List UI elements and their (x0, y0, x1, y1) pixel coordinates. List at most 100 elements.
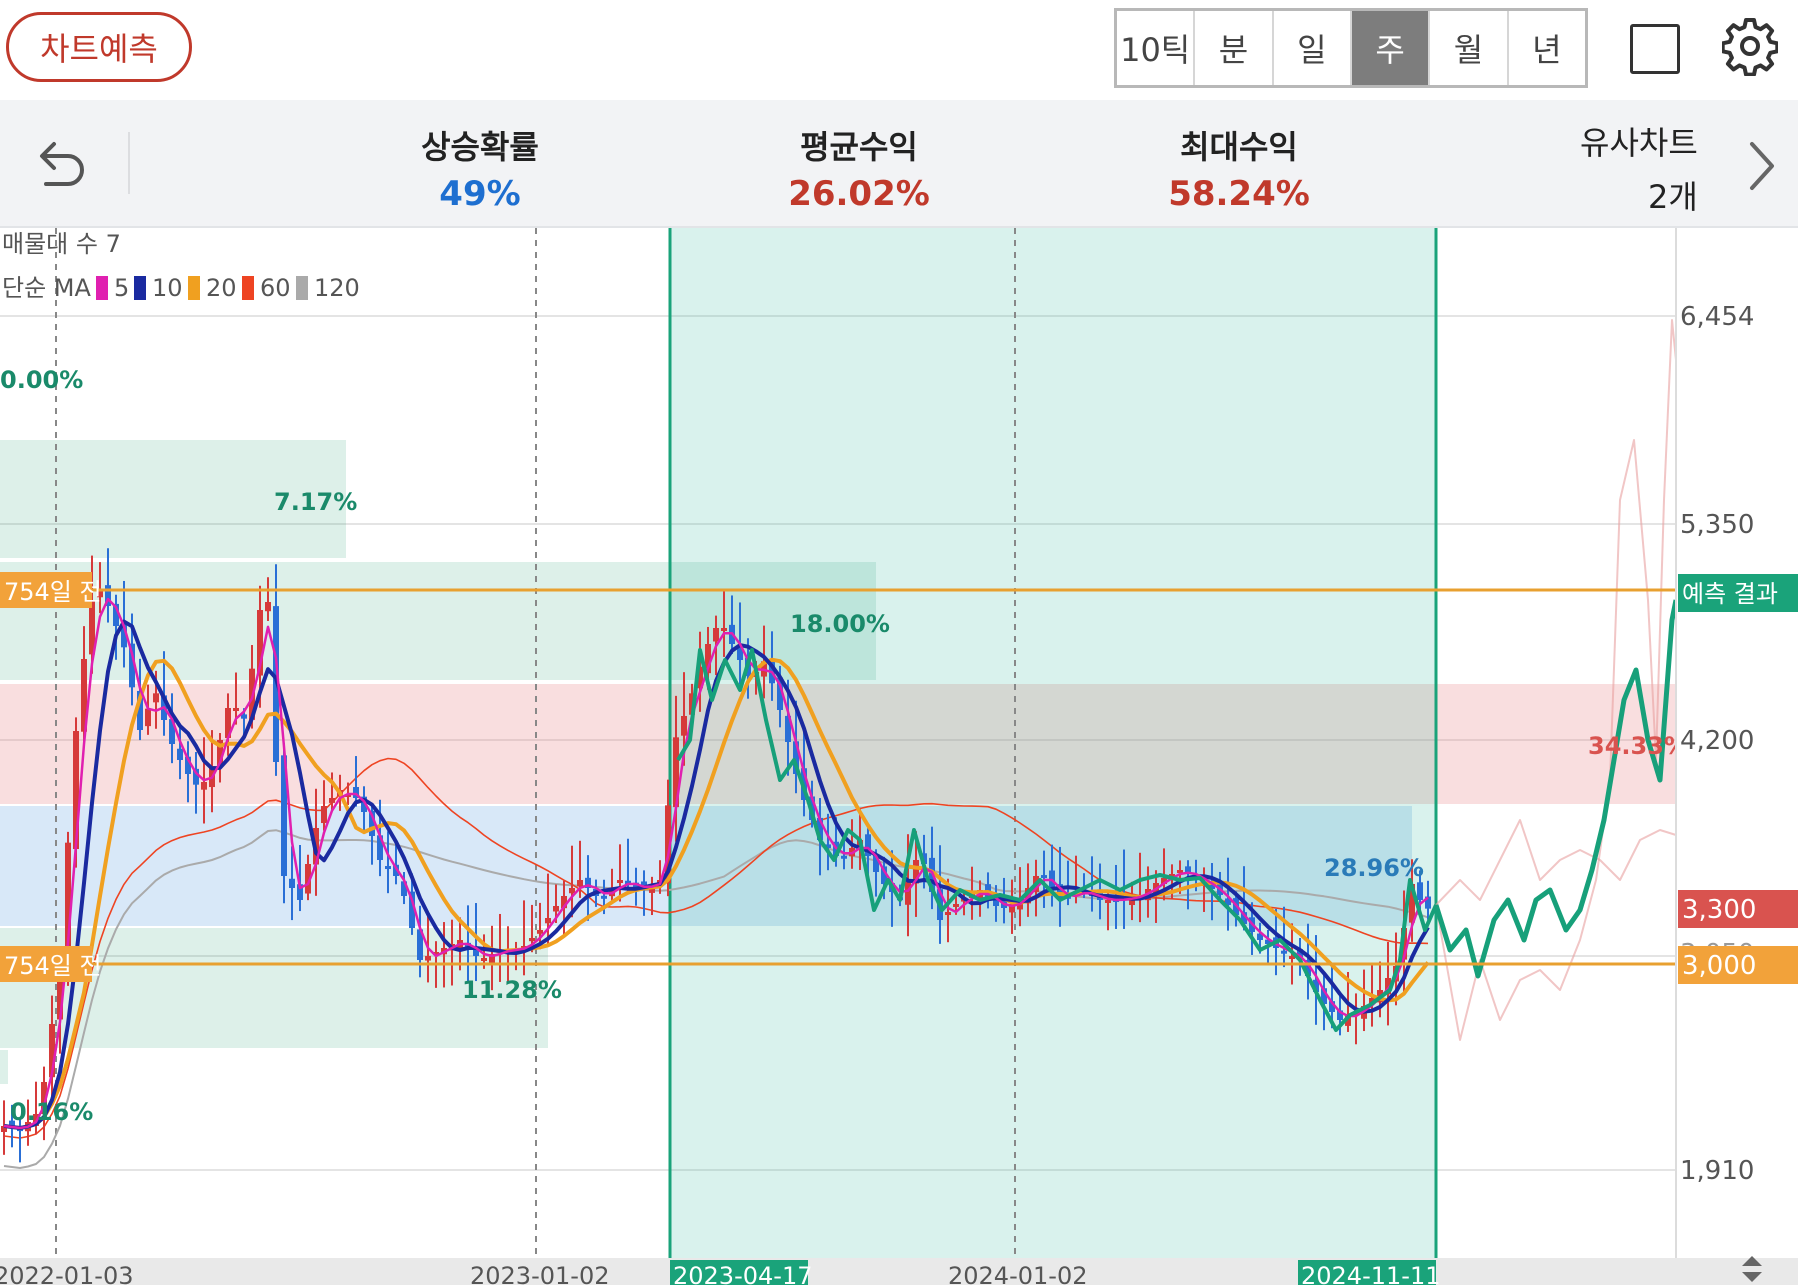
y-tick: 1,910 (1680, 1156, 1754, 1186)
candle-body (1041, 875, 1047, 879)
ma5-swatch (96, 276, 108, 300)
period-tab-month[interactable]: 월 (1430, 11, 1509, 85)
period-tab-minute[interactable]: 분 (1195, 11, 1274, 85)
stat-max-return: 최대수익 58.24% (1156, 122, 1322, 214)
stat-value: 49% (439, 174, 521, 214)
candle-body (617, 880, 623, 883)
price-tag-forecast: 예측 결과 (1678, 574, 1798, 612)
candle-body (1417, 882, 1423, 900)
ma120-period: 120 (314, 274, 360, 302)
zone-percent-label: 18.00% (790, 610, 890, 638)
gear-icon[interactable] (1722, 16, 1778, 76)
zone-percent-label: 0.16% (10, 1098, 93, 1126)
volume-profile-label: 매물대 수 7 (2, 230, 121, 258)
svg-text:754일 전: 754일 전 (4, 578, 102, 606)
top-bar: 차트예측 10틱 분 일 주 월 년 (0, 0, 1798, 100)
ma10-period: 10 (152, 274, 183, 302)
x-label: 2022-01-03 (0, 1262, 133, 1285)
candle-body (385, 866, 391, 870)
candle-body (953, 904, 959, 907)
zone-percent-label: 34.33% (1588, 732, 1688, 760)
reference-label-lower: 754일 전 (0, 946, 102, 982)
candle-body (153, 693, 159, 703)
candle-body (1105, 900, 1111, 903)
stat-average-return: 평균수익 26.02% (776, 122, 942, 214)
candle-body (233, 708, 239, 711)
period-tab-day[interactable]: 일 (1274, 11, 1352, 85)
stat-label: 상승확률 (421, 128, 539, 166)
stat-up-probability: 상승확률 49% (400, 122, 560, 214)
similar-label: 유사차트 (1580, 124, 1698, 162)
stat-value: 58.24% (1168, 174, 1310, 214)
y-tick: 6,454 (1680, 302, 1754, 332)
candle-body (553, 906, 559, 912)
svg-text:754일 전: 754일 전 (4, 952, 102, 980)
ma5-period: 5 (114, 274, 129, 302)
svg-text:3,000: 3,000 (1682, 951, 1756, 981)
candle-body (321, 806, 327, 824)
candle-body (265, 602, 271, 612)
candle-body (841, 855, 847, 859)
candle-body (481, 958, 487, 961)
chart-predict-button[interactable]: 차트예측 (6, 12, 192, 82)
svg-text:예측 결과: 예측 결과 (1682, 580, 1778, 608)
pattern-range-highlight (670, 228, 1436, 1258)
candle-body (529, 938, 535, 942)
y-tick: 4,200 (1680, 726, 1754, 756)
period-tab-year[interactable]: 년 (1509, 11, 1585, 85)
zone-percent-label: 28.96% (1324, 854, 1424, 882)
similar-charts[interactable]: 유사차트 2개 (1580, 118, 1698, 218)
candle-body (601, 895, 607, 899)
x-label: 2024-01-02 (948, 1262, 1087, 1285)
ma20-swatch (188, 276, 200, 300)
ma20-period: 20 (206, 274, 237, 302)
zone-percent-label: 0.00% (0, 366, 83, 394)
ma-label: 단순 MA (2, 274, 91, 302)
stat-label: 평균수익 (800, 128, 918, 166)
similar-value: 2개 (1647, 178, 1698, 216)
stat-label: 최대수익 (1180, 128, 1298, 166)
square-icon[interactable] (1630, 24, 1680, 74)
candle-body (289, 878, 295, 888)
price-chart[interactable]: 754일 전 754일 전 0.00% 7.17% 18.00% 11.28% … (0, 226, 1798, 1285)
candle-body (545, 918, 551, 924)
chevron-right-icon[interactable] (1742, 138, 1782, 194)
candle-body (537, 930, 543, 934)
ma60-swatch (242, 276, 254, 300)
reference-label-upper: 754일 전 (0, 572, 102, 608)
x-label-highlight: 2024-11-11 (1301, 1262, 1440, 1285)
candle-body (177, 748, 183, 760)
x-label: 2023-01-02 (470, 1262, 609, 1285)
candle-body (425, 956, 431, 961)
zone-percent-label: 11.28% (462, 976, 562, 1004)
period-tab-week[interactable]: 주 (1351, 11, 1431, 85)
candle-body (681, 716, 687, 736)
divider (128, 132, 130, 194)
candle-body (721, 628, 727, 631)
zone-percent-label: 7.17% (274, 488, 357, 516)
candle-body (577, 880, 583, 887)
ma120-swatch (296, 276, 308, 300)
stats-bar: 상승확률 49% 평균수익 26.02% 최대수익 58.24% 유사차트 2개 (0, 100, 1798, 228)
price-tag-current: 3,300 (1678, 890, 1798, 928)
candle-body (905, 880, 911, 905)
period-tab-10tick[interactable]: 10틱 (1117, 11, 1196, 85)
ma60-period: 60 (260, 274, 291, 302)
candle-body (1281, 950, 1287, 954)
stat-value: 26.02% (788, 174, 930, 214)
candle-body (145, 708, 151, 727)
undo-arrow-icon[interactable] (30, 134, 90, 194)
svg-text:3,300: 3,300 (1682, 895, 1756, 925)
y-tick: 5,350 (1680, 510, 1754, 540)
period-selector: 10틱 분 일 주 월 년 (1114, 8, 1588, 88)
ma10-swatch (134, 276, 146, 300)
candle-body (945, 912, 951, 916)
x-label-highlight: 2023-04-17 (673, 1262, 812, 1285)
candle-body (201, 782, 207, 790)
candle-body (713, 628, 719, 642)
candle-body (569, 888, 575, 894)
candle-body (329, 798, 335, 803)
similar-chart-polyline (1435, 819, 1677, 906)
price-tag-reference: 3,000 (1678, 946, 1798, 984)
time-axis (0, 1258, 1798, 1285)
